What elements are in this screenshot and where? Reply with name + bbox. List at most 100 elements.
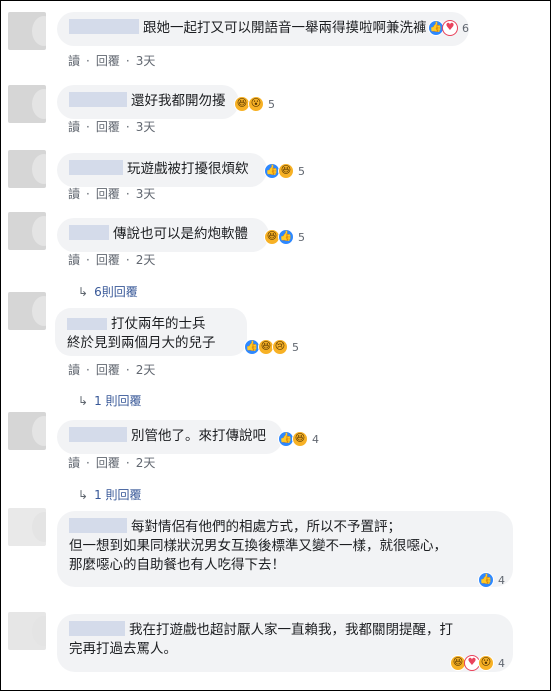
comment-text: 那麼噁心的自助餐也有人吃得下去！	[69, 557, 285, 573]
comment-text: 還好我都開勿擾	[131, 93, 226, 109]
comment-text: 別管他了。來打傳說吧	[131, 428, 266, 444]
reaction-summary[interactable]: 😆 👍 5	[262, 227, 309, 247]
redacted-name[interactable]	[69, 225, 109, 240]
comment-text: 打仗兩年的士兵	[111, 316, 206, 332]
timestamp[interactable]: 2天	[136, 253, 156, 267]
sad-icon: 😢	[272, 339, 288, 355]
separator: ·	[86, 253, 90, 267]
replies-label: 1 則回覆	[94, 488, 142, 502]
view-replies-link[interactable]: ↳ 1 則回覆	[78, 486, 142, 503]
comment-actions: 讀 · 回覆 · 2天	[68, 251, 161, 268]
reaction-summary[interactable]: 😆 😮 5	[232, 94, 279, 114]
reaction-count: 6	[462, 21, 469, 35]
reaction-count: 5	[292, 340, 299, 354]
redacted-name[interactable]	[69, 19, 139, 34]
love-icon: ♥	[442, 20, 458, 36]
reaction-summary[interactable]: 👍 😆 4	[276, 429, 323, 449]
comment-text: 跟她一起打又可以開語音一舉兩得摸啦啊兼洗褲	[143, 20, 427, 36]
avatar[interactable]	[8, 12, 46, 50]
separator: ·	[125, 253, 130, 267]
reply-arrow-icon: ↳	[78, 488, 89, 502]
redacted-name[interactable]	[67, 318, 107, 330]
comment-text: 終於見到兩個月大的兒子	[67, 335, 216, 351]
reply-arrow-icon: ↳	[78, 285, 89, 299]
redacted-name[interactable]	[69, 92, 127, 107]
replies-label: 6則回覆	[94, 285, 138, 299]
reaction-count: 4	[498, 573, 505, 587]
like-link[interactable]: 讀	[68, 54, 80, 68]
separator: ·	[125, 54, 130, 68]
like-link[interactable]: 讀	[68, 253, 80, 267]
like-link[interactable]: 讀	[68, 456, 80, 470]
timestamp[interactable]: 2天	[136, 363, 156, 377]
avatar[interactable]	[8, 85, 46, 123]
separator: ·	[86, 187, 90, 201]
like-icon: 👍	[278, 229, 294, 245]
comment-actions: 讀 · 回覆 · 2天	[68, 454, 161, 471]
comment-text: 玩遊戲被打擾很煩欸	[127, 161, 249, 177]
reaction-count: 4	[498, 656, 505, 670]
reply-link[interactable]: 回覆	[96, 253, 120, 267]
reaction-count: 5	[298, 164, 305, 178]
reply-link[interactable]: 回覆	[96, 187, 120, 201]
comment-bubble: 玩遊戲被打擾很煩欸	[57, 153, 267, 187]
like-link[interactable]: 讀	[68, 363, 80, 377]
timestamp[interactable]: 3天	[136, 187, 156, 201]
comment-bubble: 打仗兩年的士兵 終於見到兩個月大的兒子	[55, 308, 247, 356]
separator: ·	[86, 54, 90, 68]
redacted-name[interactable]	[69, 427, 127, 442]
haha-icon: 😆	[292, 431, 308, 447]
comment-actions: 讀 · 回覆 · 3天	[68, 52, 161, 69]
like-link[interactable]: 讀	[68, 120, 80, 134]
reaction-summary[interactable]: 👍 😆 5	[262, 161, 309, 181]
comment-text: 但一想到如果同樣狀況男女互換後標準又變不一樣，就很噁心，	[69, 538, 447, 554]
separator: ·	[86, 363, 90, 377]
like-link[interactable]: 讀	[68, 187, 80, 201]
reply-link[interactable]: 回覆	[96, 456, 120, 470]
redacted-name[interactable]	[69, 621, 125, 636]
comment-actions: 讀 · 回覆 · 3天	[68, 118, 161, 135]
comment-bubble: 別管他了。來打傳說吧	[57, 420, 283, 454]
avatar[interactable]	[8, 150, 46, 188]
separator: ·	[125, 187, 130, 201]
haha-icon: 😆	[278, 163, 294, 179]
view-replies-link[interactable]: ↳ 1 則回覆	[78, 392, 142, 409]
redacted-name[interactable]	[69, 160, 123, 175]
reply-arrow-icon: ↳	[78, 394, 89, 408]
reply-link[interactable]: 回覆	[96, 363, 120, 377]
wow-icon: 😮	[248, 96, 264, 112]
comment-bubble: 還好我都開勿擾	[57, 85, 239, 119]
avatar[interactable]	[8, 612, 46, 650]
reaction-summary[interactable]: 😆 ♥ 😮 4	[448, 653, 509, 673]
reply-link[interactable]: 回覆	[96, 120, 120, 134]
reply-link[interactable]: 回覆	[96, 54, 120, 68]
wow-icon: 😮	[478, 655, 494, 671]
timestamp[interactable]: 3天	[136, 120, 156, 134]
separator: ·	[125, 456, 130, 470]
comment-text: 每對情侶有他們的相處方式，所以不予置評；	[131, 519, 401, 535]
comment-bubble: 我在打遊戲也超討厭人家一直賴我，我都關閉提醒，打 完再打過去罵人。	[57, 614, 513, 672]
like-icon: 👍	[478, 572, 494, 588]
comment-bubble: 傳說也可以是約炮軟體	[57, 218, 269, 252]
timestamp[interactable]: 2天	[136, 456, 156, 470]
avatar[interactable]	[8, 508, 46, 546]
redacted-name[interactable]	[69, 518, 127, 533]
comment-actions: 讀 · 回覆 · 3天	[68, 185, 161, 202]
reaction-count: 4	[312, 432, 319, 446]
comment-text: 傳說也可以是約炮軟體	[113, 226, 248, 242]
timestamp[interactable]: 3天	[136, 54, 156, 68]
avatar[interactable]	[8, 212, 46, 250]
reaction-count: 5	[298, 230, 305, 244]
reaction-summary[interactable]: 👍 ♥ 6	[426, 18, 473, 38]
reaction-summary[interactable]: 👍 4	[476, 570, 509, 590]
reaction-summary[interactable]: 👍 😆 😢 5	[242, 337, 303, 357]
avatar[interactable]	[8, 412, 46, 450]
comment-bubble: 每對情侶有他們的相處方式，所以不予置評； 但一想到如果同樣狀況男女互換後標準又變…	[57, 511, 513, 587]
comment-text: 完再打過去罵人。	[69, 641, 177, 657]
avatar[interactable]	[8, 292, 46, 330]
view-replies-link[interactable]: ↳ 6則回覆	[78, 283, 138, 300]
comment-bubble: 跟她一起打又可以開語音一舉兩得摸啦啊兼洗褲 👍 ♥ 6	[57, 12, 469, 46]
separator: ·	[86, 120, 90, 134]
comment-actions: 讀 · 回覆 · 2天	[68, 361, 161, 378]
reaction-count: 5	[268, 97, 275, 111]
